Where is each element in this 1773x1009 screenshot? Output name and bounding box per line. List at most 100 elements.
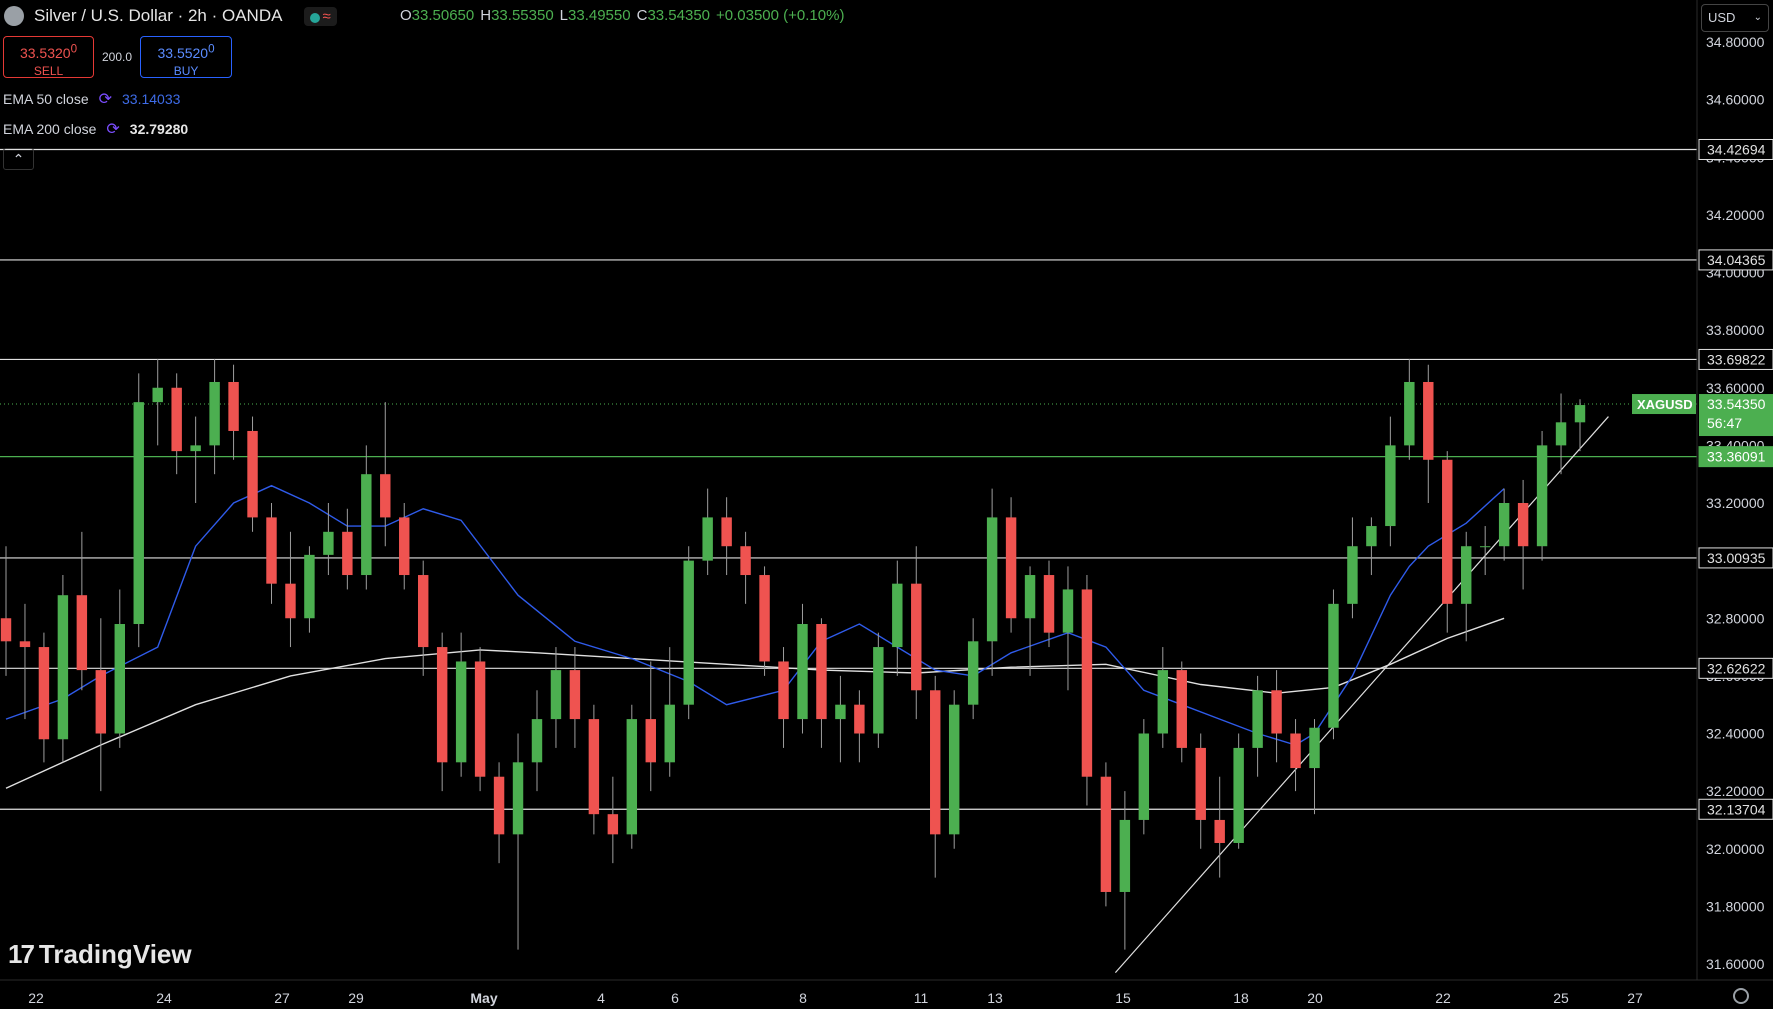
candle-body [1347,546,1358,604]
brand-name: TradingView [38,939,192,969]
candle [57,575,69,763]
spread-value: 200.0 [102,50,133,64]
candle-body [759,575,770,662]
candle [835,675,846,763]
level-price-label: 34.04365 [1707,252,1766,268]
candle-body [114,624,125,734]
candle [1328,589,1339,740]
settings-icon[interactable] [1733,988,1749,1004]
candle [1574,399,1586,452]
candle-body [38,647,50,740]
x-tick-label: 6 [671,990,679,1006]
price-chart[interactable]: 34.8000034.6000034.4000034.2000034.00000… [0,0,1773,1009]
ema50-legend[interactable]: EMA 50 close ⟳ 33.14033 [3,89,180,109]
candle [1309,719,1320,815]
candle-body [797,624,808,720]
symbol-header: Silver / U.S. Dollar · 2h · OANDA ≈ [0,0,337,32]
candle-body [816,624,827,720]
candle-body [948,704,960,835]
candle [190,416,201,503]
buy-button[interactable]: 33.55200 BUY [140,36,233,78]
candle [474,647,486,792]
collapse-legend-button[interactable]: ⌃ [3,148,34,170]
candle [342,508,353,590]
candle-body [531,719,543,763]
level-price-label: 33.69822 [1707,351,1766,367]
sell-button[interactable]: 33.53200 SELL [3,36,94,78]
y-tick-label: 34.60000 [1706,92,1765,108]
candle [1214,776,1225,878]
trendline[interactable] [1114,416,1609,974]
candle-body [1404,381,1415,446]
loading-icon: ⟳ [106,121,120,138]
ohlc-low: L33.49550 [559,7,631,24]
y-tick-label: 31.80000 [1706,898,1765,914]
x-tick-label: 18 [1233,990,1249,1006]
candle [247,416,258,532]
candle-body [247,430,258,518]
chevron-up-icon: ⌃ [12,151,25,167]
candle-body [683,560,694,705]
candle [133,373,144,648]
candle [1081,575,1093,806]
y-tick-label: 31.60000 [1706,956,1765,972]
x-tick-label: 27 [274,990,290,1006]
candle [417,560,429,676]
candle [702,488,713,576]
candle-body [0,618,12,642]
x-tick-label: 27 [1627,990,1643,1006]
symbol-badge-label: XAGUSD [1637,397,1693,412]
symbol-title[interactable]: Silver / U.S. Dollar · 2h · OANDA [34,6,282,26]
candle [1119,791,1131,950]
candle-body [873,647,884,734]
ema200-legend[interactable]: EMA 200 close ⟳ 32.79280 [3,119,188,139]
candle-body [1157,670,1169,734]
candle [304,546,315,633]
y-tick-label: 33.20000 [1706,495,1765,511]
x-tick-label: May [470,990,497,1006]
candle-body [1536,445,1548,547]
loading-icon: ⟳ [98,91,113,108]
candle [19,603,31,720]
candle-body [740,546,751,576]
candle [948,690,960,849]
candle-body [1479,546,1491,548]
ema50-value: 33.14033 [122,91,181,107]
y-tick-label: 33.80000 [1706,322,1765,338]
candle-body [342,531,353,576]
candle [873,632,884,748]
sell-label: SELL [33,63,64,78]
candle [76,531,88,691]
candle [285,531,296,648]
candle-body [361,474,372,576]
candle-body [702,517,713,561]
candle-body [57,595,69,740]
candle [1385,416,1396,547]
candle [986,488,998,676]
candle [1271,670,1282,763]
ohlc-close: C33.54350 [636,7,711,24]
tradingview-mark-icon: 17 [8,939,35,969]
candle [1347,517,1358,619]
ohlc-legend: O33.50650 H33.55350 L33.49550 C33.54350 … [400,7,844,24]
tradingview-logo[interactable]: 17 TradingView [8,939,192,970]
candle-body [1328,603,1339,728]
x-tick-label: 22 [1435,990,1451,1006]
candle-body [967,641,979,705]
candle-body [569,670,581,720]
candle [171,373,182,475]
status-pills[interactable]: ≈ [304,6,337,26]
candle [721,497,732,576]
candle [1479,526,1491,576]
candle [854,690,865,763]
candle-body [930,690,941,835]
ohlc-open: O33.50650 [400,7,475,24]
candle [323,503,334,576]
candle-body [1214,819,1225,843]
currency-select[interactable]: USD ⌄ [1701,4,1769,32]
candle-body [911,583,922,691]
candle-body [588,719,600,815]
candle [683,546,694,720]
candle-body [190,445,201,452]
candle-body [436,647,448,763]
